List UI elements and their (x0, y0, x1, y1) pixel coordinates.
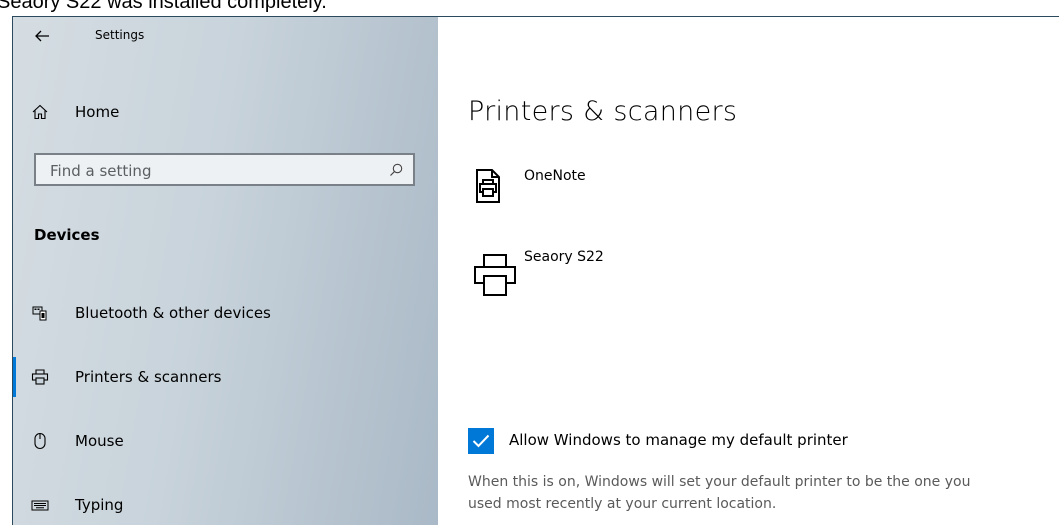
sidebar-item-printers[interactable]: Printers & scanners (12, 357, 438, 397)
bluetooth-devices-icon (30, 303, 50, 323)
default-printer-description: When this is on, Windows will set your d… (468, 471, 1059, 515)
sidebar-item-mouse[interactable]: Mouse (12, 421, 438, 461)
printer-name: OneNote (524, 168, 586, 184)
sidebar-item-label: Typing (75, 496, 124, 514)
printer-icon (473, 251, 517, 301)
default-printer-label: Allow Windows to manage my default print… (509, 431, 848, 449)
page-title: Printers & scanners (468, 96, 738, 127)
search-input[interactable] (48, 161, 372, 181)
sidebar-item-home[interactable]: Home (12, 92, 438, 132)
sidebar-item-label: Home (75, 103, 120, 121)
window-title: Settings (95, 28, 145, 42)
window-border (12, 16, 1059, 17)
caption-bar: Seaory S22 was installed completely. (0, 0, 1059, 16)
default-printer-toggle[interactable]: Allow Windows to manage my default print… (468, 428, 1028, 454)
sidebar-item-label: Printers & scanners (75, 368, 222, 386)
checkmark-icon (472, 434, 490, 448)
back-arrow-icon (35, 30, 49, 42)
search-box[interactable] (34, 153, 415, 186)
printer-name: Seaory S22 (524, 249, 604, 265)
onenote-printer-icon (473, 168, 503, 208)
window-border (12, 16, 13, 525)
description-line: When this is on, Windows will set your d… (468, 474, 971, 490)
description-line: used most recently at your current locat… (468, 496, 777, 512)
default-printer-checkbox[interactable] (468, 428, 494, 454)
sidebar: Settings Home Devices (12, 16, 438, 525)
section-header-devices: Devices (34, 226, 100, 244)
settings-window: Settings Home Devices (12, 16, 1059, 525)
sidebar-item-label: Mouse (75, 432, 124, 450)
keyboard-icon (30, 495, 50, 515)
main-content: Printers & scanners OneNote Seaory S22 A… (438, 16, 1059, 525)
back-button[interactable] (30, 24, 54, 48)
sidebar-item-bluetooth[interactable]: Bluetooth & other devices (12, 293, 438, 333)
sidebar-item-typing[interactable]: Typing (12, 485, 438, 525)
caption-text: Seaory S22 was installed completely. (0, 0, 327, 13)
printer-item-onenote[interactable]: OneNote (468, 168, 968, 220)
home-icon (30, 102, 50, 122)
printer-icon (30, 367, 50, 387)
sidebar-item-label: Bluetooth & other devices (75, 304, 271, 322)
printer-item-seaory-s22[interactable]: Seaory S22 (468, 249, 968, 301)
search-icon[interactable] (389, 163, 403, 177)
mouse-icon (30, 431, 50, 451)
